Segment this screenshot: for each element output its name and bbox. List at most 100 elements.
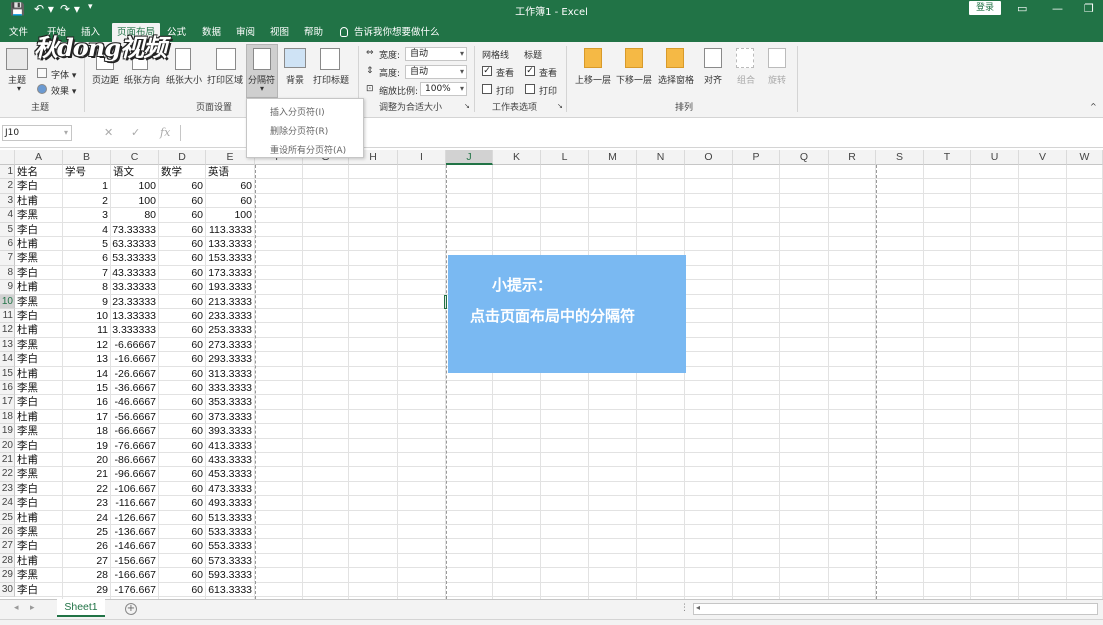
table-cell[interactable]: -106.667 [111, 482, 158, 496]
minimize-icon[interactable]: — [1052, 2, 1063, 15]
column-header-t[interactable]: T [924, 150, 971, 165]
column-header-s[interactable]: S [876, 150, 924, 165]
table-cell[interactable]: 杜甫 [17, 194, 62, 208]
reset-page-breaks-item[interactable]: 重设所有分页符(A) [270, 143, 346, 156]
tab-data[interactable]: 数据 [202, 24, 221, 38]
table-cell[interactable]: 293.3333 [206, 352, 254, 366]
bring-forward-button[interactable]: 上移一层 [575, 73, 611, 86]
orientation-button[interactable]: 纸张方向 [124, 73, 160, 86]
row-header-1[interactable]: 1 [0, 165, 15, 180]
table-cell[interactable]: -116.667 [111, 496, 158, 510]
sheet-next-icon[interactable]: ▸ [30, 603, 35, 613]
table-cell[interactable]: 19 [63, 439, 110, 453]
table-cell[interactable]: 9 [63, 295, 110, 309]
remove-page-break-item[interactable]: 删除分页符(R) [270, 124, 328, 137]
table-cell[interactable]: 60 [159, 482, 205, 496]
table-cell[interactable]: 80 [111, 208, 158, 222]
table-cell[interactable]: 李白 [17, 539, 62, 553]
table-cell[interactable]: 53.33333 [111, 251, 158, 265]
table-cell[interactable]: 60 [159, 309, 205, 323]
tell-me-search[interactable]: 告诉我你想要做什么 [340, 24, 440, 38]
column-header-r[interactable]: R [829, 150, 876, 165]
column-header-p[interactable]: P [733, 150, 780, 165]
table-cell[interactable]: 李白 [17, 266, 62, 280]
table-cell[interactable]: 6 [63, 251, 110, 265]
table-cell[interactable]: 60 [159, 251, 205, 265]
gridlines-view-checkbox[interactable]: ✓ [482, 66, 492, 76]
tab-file[interactable]: 文件 [9, 24, 28, 38]
table-cell[interactable]: 613.3333 [206, 583, 254, 597]
column-header-v[interactable]: V [1019, 150, 1067, 165]
table-cell[interactable]: 60 [206, 179, 254, 193]
table-cell[interactable]: 100 [111, 194, 158, 208]
column-header-k[interactable]: K [493, 150, 541, 165]
table-cell[interactable]: 21 [63, 467, 110, 481]
column-header-m[interactable]: M [589, 150, 637, 165]
table-cell[interactable]: 63.33333 [111, 237, 158, 251]
table-cell[interactable]: 60 [159, 583, 205, 597]
table-cell[interactable]: 17 [63, 410, 110, 424]
insert-page-break-item[interactable]: 插入分页符(I) [270, 105, 325, 118]
table-cell[interactable]: 11 [63, 323, 110, 337]
row-header-7[interactable]: 7 [0, 251, 15, 266]
tab-view[interactable]: 视图 [270, 24, 289, 38]
table-cell[interactable]: 60 [159, 395, 205, 409]
header-cell[interactable]: 语文 [113, 165, 158, 179]
column-header-d[interactable]: D [159, 150, 206, 165]
table-cell[interactable]: -126.667 [111, 511, 158, 525]
theme-icon[interactable] [6, 48, 28, 70]
table-cell[interactable]: 60 [159, 223, 205, 237]
row-header-18[interactable]: 18 [0, 409, 15, 425]
table-cell[interactable]: 15 [63, 381, 110, 395]
table-cell[interactable]: -176.667 [111, 583, 158, 597]
table-cell[interactable]: 413.3333 [206, 439, 254, 453]
table-cell[interactable]: 26 [63, 539, 110, 553]
table-cell[interactable]: 533.3333 [206, 525, 254, 539]
table-cell[interactable]: 2 [63, 194, 110, 208]
table-cell[interactable]: 60 [159, 568, 205, 582]
table-cell[interactable]: 李黑 [17, 568, 62, 582]
table-cell[interactable]: 173.3333 [206, 266, 254, 280]
row-header-20[interactable]: 20 [0, 438, 15, 453]
table-cell[interactable]: -76.6667 [111, 439, 158, 453]
table-cell[interactable]: -86.6667 [111, 453, 158, 467]
align-button[interactable]: 对齐 [704, 73, 722, 86]
print-area-button[interactable]: 打印区域 [207, 73, 243, 86]
column-header-n[interactable]: N [637, 150, 685, 165]
print-titles-button[interactable]: 打印标题 [313, 73, 349, 86]
scroll-left-icon[interactable]: ◂ [696, 603, 700, 612]
table-cell[interactable]: 593.3333 [206, 568, 254, 582]
table-cell[interactable]: -26.6667 [111, 367, 158, 381]
namebox-dropdown-icon[interactable]: ▾ [64, 128, 68, 137]
table-cell[interactable]: 14 [63, 367, 110, 381]
themes-dropdown-icon[interactable]: ▾ [17, 84, 21, 93]
row-header-22[interactable]: 22 [0, 467, 15, 482]
row-header-26[interactable]: 26 [0, 525, 15, 540]
sheet-tab-sheet1[interactable]: Sheet1 [57, 599, 105, 617]
insert-function-icon[interactable]: fx [160, 126, 170, 139]
margins-button[interactable]: 页边距 [92, 73, 119, 86]
column-header-l[interactable]: L [541, 150, 589, 165]
name-box[interactable]: J10 [2, 125, 72, 141]
row-header-11[interactable]: 11 [0, 309, 15, 324]
table-cell[interactable]: 李白 [17, 583, 62, 597]
table-cell[interactable]: 60 [159, 194, 205, 208]
maximize-icon[interactable]: ❐ [1084, 2, 1094, 15]
table-cell[interactable]: 273.3333 [206, 338, 254, 352]
header-cell[interactable]: 学号 [65, 165, 110, 179]
worksheet-grid[interactable]: ABCDEFGHIJKLMNOPQRSTUVW12345678910111213… [0, 148, 1103, 599]
table-cell[interactable]: 60 [159, 352, 205, 366]
background-button[interactable]: 背景 [286, 73, 304, 86]
table-cell[interactable]: 60 [159, 496, 205, 510]
table-cell[interactable]: 60 [159, 424, 205, 438]
table-cell[interactable]: 193.3333 [206, 280, 254, 294]
table-cell[interactable]: 73.33333 [111, 223, 158, 237]
table-cell[interactable]: 3 [63, 208, 110, 222]
table-cell[interactable]: 473.3333 [206, 482, 254, 496]
row-header-24[interactable]: 24 [0, 496, 15, 511]
column-header-j[interactable]: J [446, 150, 493, 165]
table-cell[interactable]: 60 [159, 554, 205, 568]
table-cell[interactable]: 60 [159, 280, 205, 294]
table-cell[interactable]: 453.3333 [206, 467, 254, 481]
sheet-prev-icon[interactable]: ◂ [14, 603, 19, 613]
